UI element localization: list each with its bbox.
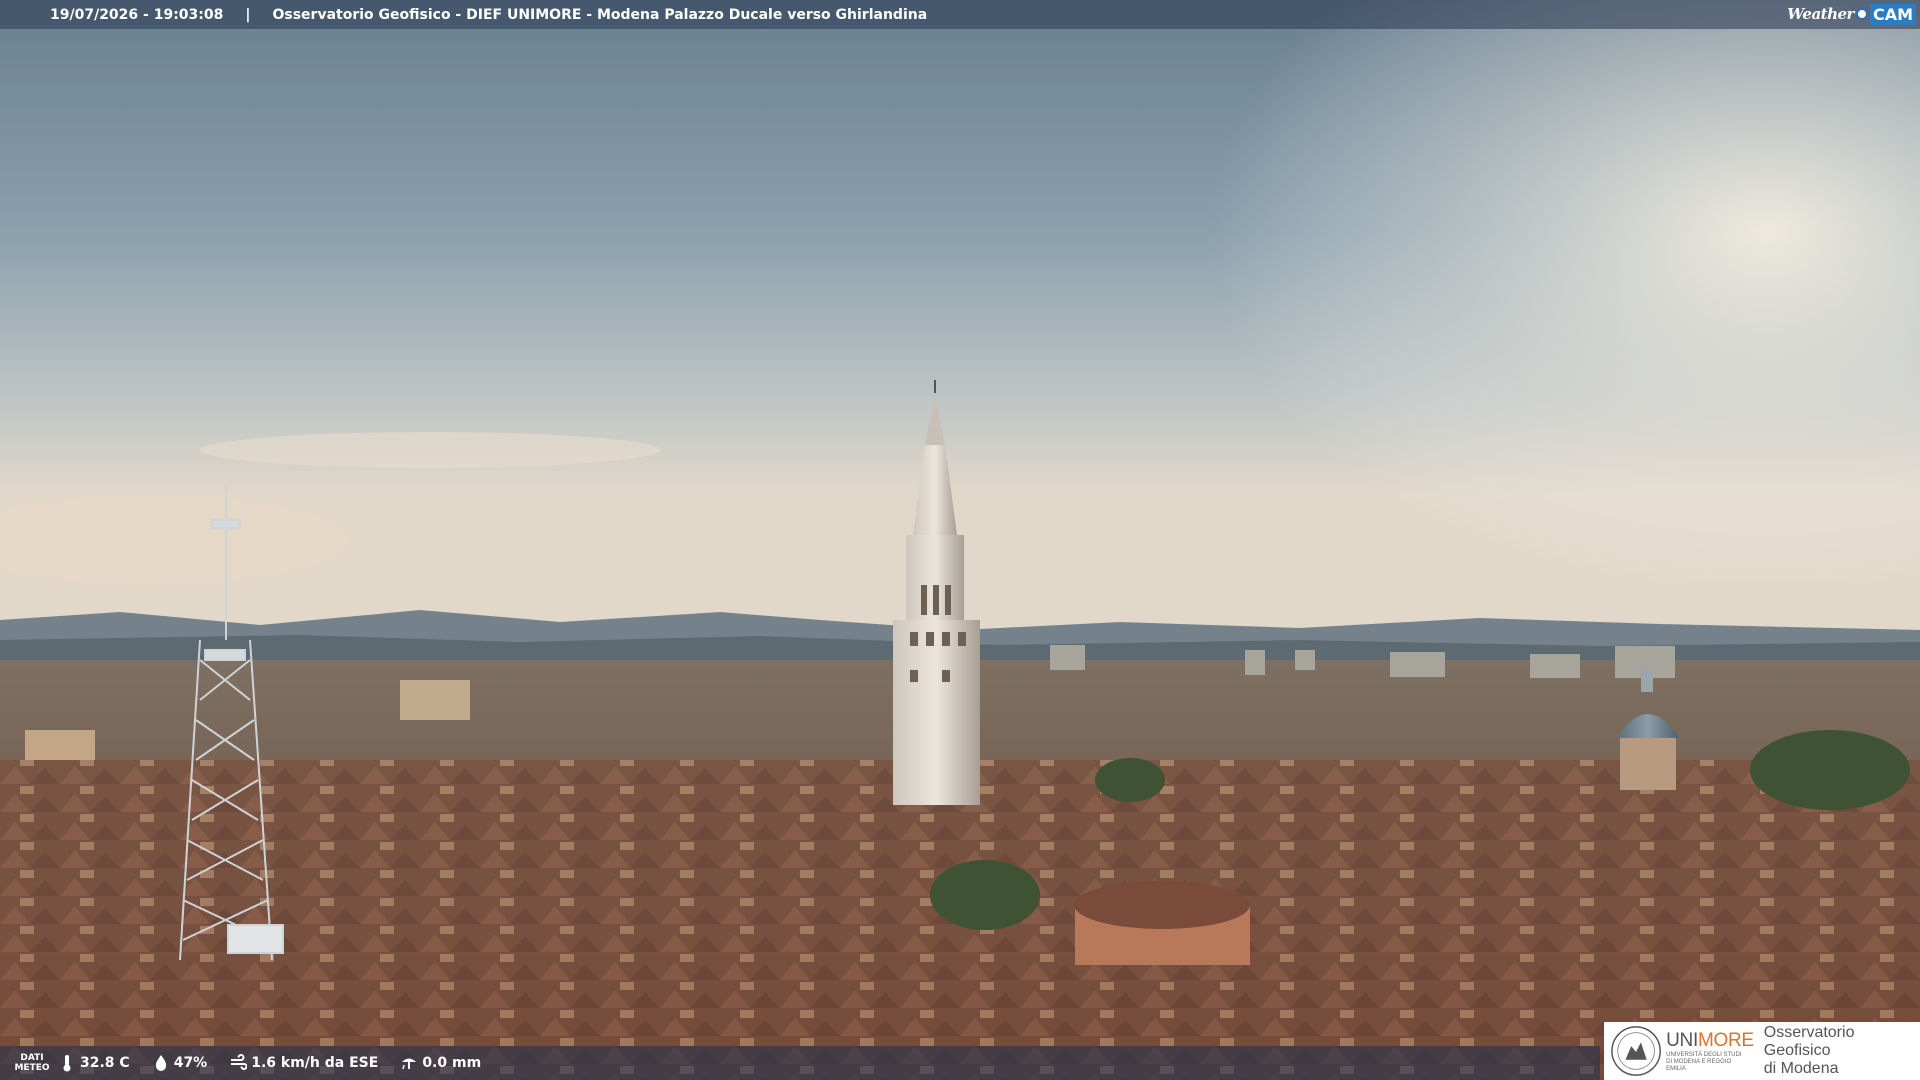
weather-data-label: DATI METEO: [14, 1053, 50, 1073]
unimore-observatory-logo: UNIMORE UNIVERSITÀ DEGLI STUDI DI MODENA…: [1604, 1022, 1920, 1080]
humidity-reading: 47%: [152, 1053, 207, 1073]
university-subtitle: UNIVERSITÀ DEGLI STUDI DI MODENA E REGGI…: [1666, 1051, 1742, 1072]
weathercam-cam: CAM: [1869, 3, 1916, 25]
observatory-name: Osservatorio Geofisico di Modena: [1763, 1024, 1855, 1077]
webcam-photo: [0, 0, 1920, 1080]
title-separator: |: [245, 6, 251, 23]
unimore-wordmark: UNIMORE: [1666, 1029, 1754, 1051]
webcam-header-bar: 19/07/2026 - 19:03:08 | Osservatorio Geo…: [0, 0, 1920, 29]
weather-data-bar: DATI METEO 32.8 C 47% 1.6 km/h da ESE 0.…: [0, 1046, 1600, 1080]
duomo-dome: [1074, 881, 1250, 965]
rain-reading: 0.0 mm: [400, 1053, 481, 1073]
thermometer-icon: [58, 1053, 76, 1073]
temperature-reading: 32.8 C: [58, 1053, 130, 1073]
wispy-cloud: [200, 432, 660, 468]
humidity-drop-icon: [152, 1053, 170, 1073]
weathercam-logo: Weather CAM: [1787, 3, 1916, 25]
timestamp: 19/07/2026 - 19:03:08: [50, 6, 224, 23]
weathercam-word: Weather: [1787, 5, 1854, 23]
sunlit-cloud-glow: [900, 0, 1920, 660]
camera-title: Osservatorio Geofisico - DIEF UNIMORE - …: [272, 6, 928, 23]
rain-gauge-icon: [400, 1053, 418, 1073]
university-seal-icon: [1611, 1026, 1661, 1076]
wind-reading: 1.6 km/h da ESE: [229, 1053, 378, 1073]
weathercam-dot-icon: [1855, 8, 1868, 20]
wind-icon: [229, 1053, 248, 1073]
